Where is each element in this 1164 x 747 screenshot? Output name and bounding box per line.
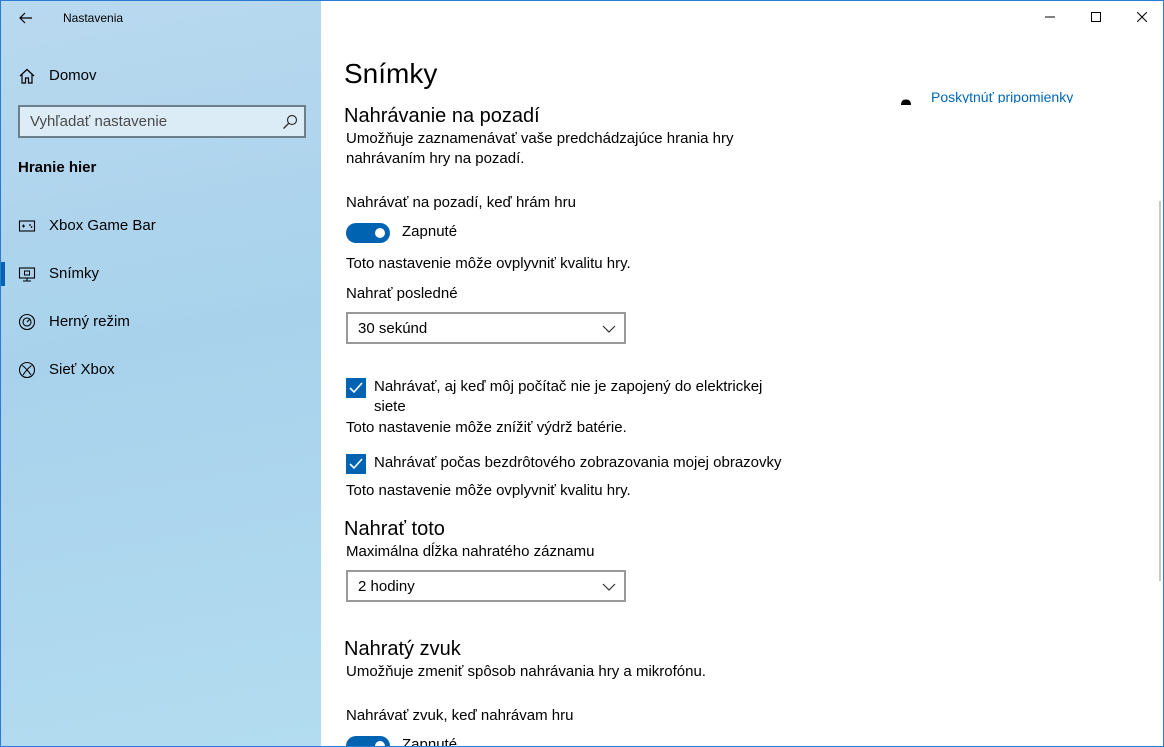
checkmark-icon [349,458,363,470]
max-length-value: 2 hodiny [358,578,415,595]
record-last-label: Nahrať posledné [346,285,458,302]
battery-checkbox-label-line2: siete [374,398,406,415]
minimize-icon [1045,16,1055,18]
nav-home-label: Domov [49,67,97,84]
background-toggle-title: Nahrávať na pozadí, keď hrám hru [346,194,576,211]
search-input[interactable] [20,107,270,136]
background-recording-toggle[interactable] [346,223,390,243]
chevron-down-icon [602,583,616,591]
sidebar-item-label: Sieť Xbox [49,361,115,378]
page-title: Snímky [344,58,438,89]
audio-toggle-title: Nahrávať zvuk, keď nahrávam hru [346,707,574,724]
back-arrow-icon [19,12,32,24]
background-recording-description-line1: Umožňuje zaznamenávať vaše predchádzajúc… [346,130,734,147]
section-title: Hranie hier [18,159,97,176]
background-recording-heading: Nahrávanie na pozadí [344,105,540,127]
scrollbar[interactable] [1159,201,1161,581]
chevron-down-icon [602,325,616,333]
max-length-label: Maximálna dĺžka nahratého záznamu [346,543,595,560]
selection-indicator [1,262,5,286]
home-icon [19,68,35,84]
captures-icon [18,267,36,282]
sidebar-item-xbox-game-bar[interactable]: Xbox Game Bar [1,206,321,246]
app-title: Nastavenia [63,11,124,25]
close-icon [1137,12,1147,22]
background-toggle-note: Toto nastavenie môže ovplyvniť kvalitu h… [346,255,631,272]
feedback-person-icon [901,99,911,105]
background-toggle-state: Zapnuté [402,223,458,240]
background-recording-description-line2: nahrávaním hry na pozadí. [346,150,525,167]
xbox-icon [18,361,36,379]
settings-window: Nastavenia Domov Hranie hier Xbox Game B… [0,0,1164,747]
max-length-dropdown[interactable]: 2 hodiny [346,570,626,602]
wireless-note: Toto nastavenie môže ovplyvniť kvalitu h… [346,482,631,499]
record-this-heading: Nahrať toto [344,518,445,540]
sidebar-item-label: Xbox Game Bar [49,217,156,234]
wireless-checkbox-label: Nahrávať počas bezdrôtového zobrazovania… [374,454,782,471]
maximize-icon [1091,12,1101,22]
main-content: Snímky Poskytnúť pripomienky Nahrávanie … [321,1,1163,747]
wireless-recording-checkbox[interactable] [346,454,366,474]
sidebar-item-label: Herný režim [49,313,130,330]
sidebar: Nastavenia Domov Hranie hier Xbox Game B… [1,1,321,746]
checkmark-icon [349,382,363,394]
game-mode-icon [18,313,36,331]
recorded-audio-heading: Nahratý zvuk [344,638,461,660]
feedback-link[interactable]: Poskytnúť pripomienky [931,89,1073,103]
titlebar-left: Nastavenia [1,1,321,35]
record-last-value: 30 sekúnd [358,320,428,337]
minimize-button[interactable] [1027,1,1073,33]
sidebar-item-captures[interactable]: Snímky [1,254,321,294]
close-button[interactable] [1119,1,1163,33]
window-controls [1027,1,1163,33]
game-bar-icon [18,220,36,232]
search-icon [283,114,298,129]
record-last-dropdown[interactable]: 30 sekúnd [346,312,626,344]
search-box[interactable] [18,105,306,138]
recorded-audio-description: Umožňuje zmeniť spôsob nahrávania hry a … [346,663,706,680]
sidebar-item-game-mode[interactable]: Herný režim [1,302,321,342]
battery-note: Toto nastavenie môže znížiť výdrž batéri… [346,419,627,436]
audio-toggle-state: Zapnuté [402,736,458,747]
sidebar-item-label: Snímky [49,265,100,282]
audio-recording-toggle[interactable] [346,736,390,746]
nav-home[interactable]: Domov [1,59,321,91]
back-button[interactable] [13,7,39,29]
sidebar-item-xbox-network[interactable]: Sieť Xbox [1,350,321,390]
battery-recording-checkbox[interactable] [346,378,366,398]
maximize-button[interactable] [1073,1,1119,33]
battery-checkbox-label-line1: Nahrávať, aj keď môj počítač nie je zapo… [374,378,763,395]
